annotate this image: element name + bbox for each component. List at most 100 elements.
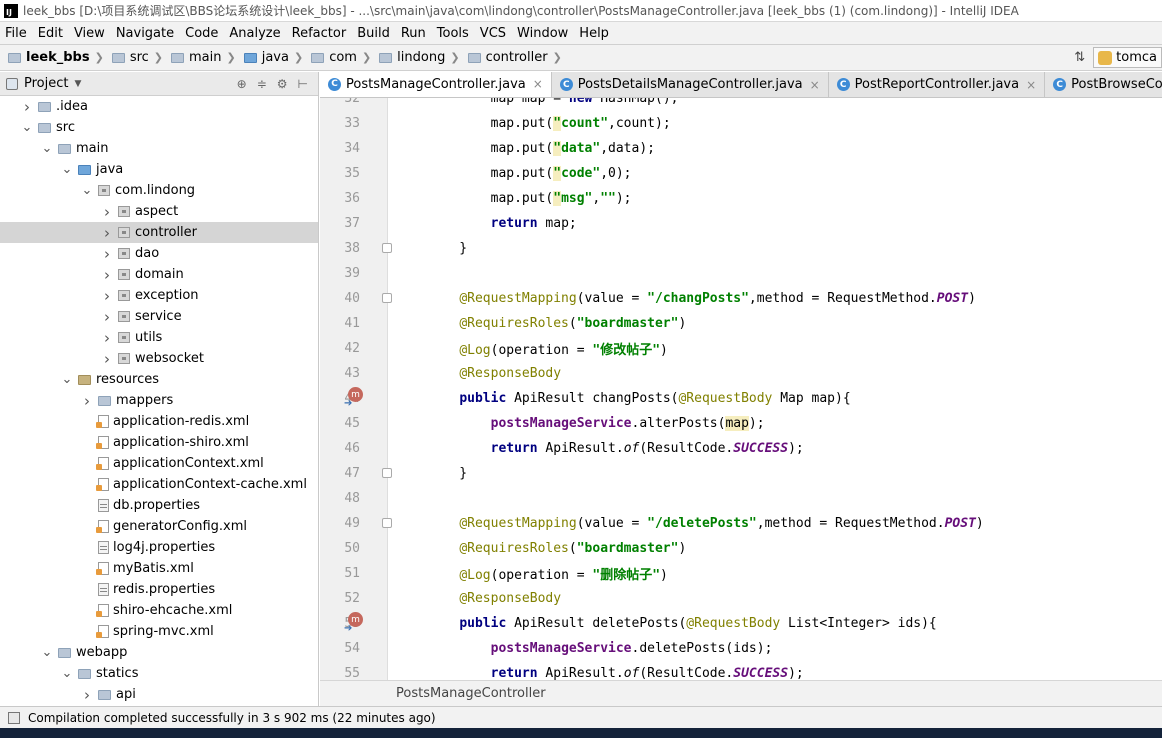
tab-postsdetailsmanagecontroller[interactable]: C PostsDetailsManageController.java × — [551, 72, 829, 97]
menu-navigate[interactable]: Navigate — [111, 26, 180, 41]
menu-file[interactable]: File — [0, 26, 33, 41]
close-icon[interactable]: × — [1026, 78, 1036, 92]
breadcrumb-item-src[interactable]: src ❯ — [104, 50, 163, 65]
run-configuration-select[interactable]: tomca — [1093, 47, 1162, 68]
code-text[interactable]: return ApiResult.of(ResultCode.SUCCESS); — [428, 441, 804, 456]
breadcrumb-item-main[interactable]: main ❯ — [163, 50, 236, 65]
code-text[interactable]: @ResponseBody — [428, 591, 561, 606]
tab-postsmanagecontroller[interactable]: C PostsManageController.java × — [320, 72, 552, 97]
menu-analyze[interactable]: Analyze — [224, 26, 286, 41]
breadcrumb-item-com[interactable]: com ❯ — [303, 50, 371, 65]
tree-item-utils[interactable]: › utils — [0, 327, 318, 348]
tree-item-webapp[interactable]: ⌄ webapp — [0, 642, 318, 663]
chevron-down-icon[interactable]: ⌄ — [80, 184, 94, 197]
breadcrumb-item-controller[interactable]: controller ❯ — [460, 50, 562, 65]
code-text[interactable]: postsManageService.deletePosts(ids); — [428, 641, 773, 656]
tree-item-src[interactable]: ⌄ src — [0, 117, 318, 138]
locate-icon[interactable]: ⊕ — [237, 77, 247, 91]
tab-postbrowsecommentcontro[interactable]: C PostBrowseCommentContro — [1045, 72, 1162, 97]
tree-item-websocket[interactable]: › websocket — [0, 348, 318, 369]
editor-breadcrumb-class[interactable]: PostsManageController — [396, 686, 546, 701]
close-icon[interactable]: × — [810, 78, 820, 92]
build-arrow-icon[interactable]: ⇅ — [1074, 50, 1085, 65]
tree-item-applicationcontext-cache-xml[interactable]: ›applicationContext-cache.xml — [0, 474, 318, 495]
menu-tools[interactable]: Tools — [432, 26, 475, 41]
code-text[interactable]: } — [428, 466, 467, 481]
code-text[interactable]: return ApiResult.of(ResultCode.SUCCESS); — [428, 666, 804, 680]
close-icon[interactable]: × — [533, 77, 543, 91]
tree-item-application-redis-xml[interactable]: ›application-redis.xml — [0, 411, 318, 432]
event-log-icon[interactable] — [8, 711, 20, 724]
code-text[interactable]: map map = new HashMap(); — [428, 98, 679, 106]
code-text[interactable]: map.put("code",0); — [428, 166, 632, 181]
chevron-right-icon[interactable]: › — [80, 686, 94, 704]
tree-item-spring-mvc-xml[interactable]: ›spring-mvc.xml — [0, 621, 318, 642]
tree-item-log4j-properties[interactable]: ›log4j.properties — [0, 537, 318, 558]
code-text[interactable]: map.put("count",count); — [428, 116, 671, 131]
tab-postreportcontroller[interactable]: C PostReportController.java × — [828, 72, 1046, 97]
chevron-right-icon[interactable]: › — [100, 350, 114, 368]
implements-arrow-icon[interactable]: ➔ — [344, 623, 352, 634]
code-text[interactable]: @RequiresRoles("boardmaster") — [428, 316, 686, 331]
chevron-right-icon[interactable]: › — [100, 224, 114, 242]
chevron-right-icon[interactable]: › — [20, 98, 34, 116]
code-text[interactable]: map.put("data",data); — [428, 141, 655, 156]
code-text[interactable]: @RequestMapping(value = "/deletePosts",m… — [428, 516, 983, 531]
menu-help[interactable]: Help — [574, 26, 615, 41]
breadcrumb-item-lindong[interactable]: lindong ❯ — [371, 50, 460, 65]
tree-item-resources[interactable]: ⌄ resources — [0, 369, 318, 390]
tree-item-mappers[interactable]: › mappers — [0, 390, 318, 411]
tree-item-shiro-ehcache-xml[interactable]: ›shiro-ehcache.xml — [0, 600, 318, 621]
hide-panel-icon[interactable]: ⊢ — [298, 77, 308, 91]
tree-item-domain[interactable]: › domain — [0, 264, 318, 285]
code-text[interactable]: public ApiResult changPosts(@RequestBody… — [428, 391, 850, 406]
fold-marker-icon[interactable] — [382, 243, 392, 253]
gear-icon[interactable]: ⚙ — [277, 77, 288, 91]
breadcrumb-item-java[interactable]: java ❯ — [236, 50, 303, 65]
tree-item-dao[interactable]: › dao — [0, 243, 318, 264]
tree-item-java[interactable]: ⌄ java — [0, 159, 318, 180]
code-text[interactable]: postsManageService.alterPosts(map); — [428, 416, 765, 431]
chevron-right-icon[interactable]: › — [80, 392, 94, 410]
tree-item-generatorconfig-xml[interactable]: ›generatorConfig.xml — [0, 516, 318, 537]
chevron-right-icon[interactable]: › — [100, 308, 114, 326]
tree-item--idea[interactable]: › .idea — [0, 96, 318, 117]
tree-item-controller[interactable]: › controller — [0, 222, 318, 243]
implements-arrow-icon[interactable]: ➔ — [344, 398, 352, 409]
fold-marker-icon[interactable] — [382, 293, 392, 303]
code-text[interactable]: map.put("msg",""); — [428, 191, 632, 206]
chevron-down-icon[interactable]: ⌄ — [40, 646, 54, 659]
tree-item-exception[interactable]: › exception — [0, 285, 318, 306]
code-text[interactable]: @Log(operation = "修改帖子") — [428, 339, 668, 358]
tree-item-aspect[interactable]: › aspect — [0, 201, 318, 222]
code-text[interactable]: @Log(operation = "删除帖子") — [428, 564, 668, 583]
tree-item-redis-properties[interactable]: ›redis.properties — [0, 579, 318, 600]
chevron-down-icon[interactable]: ⌄ — [60, 373, 74, 386]
menu-vcs[interactable]: VCS — [475, 26, 512, 41]
code-text[interactable]: public ApiResult deletePosts(@RequestBod… — [428, 616, 936, 631]
chevron-right-icon[interactable]: › — [100, 203, 114, 221]
menu-code[interactable]: Code — [180, 26, 224, 41]
fold-marker-icon[interactable] — [382, 518, 392, 528]
chevron-down-icon[interactable]: ⌄ — [40, 142, 54, 155]
menu-window[interactable]: Window — [512, 26, 574, 41]
chevron-right-icon[interactable]: › — [100, 266, 114, 284]
fold-marker-icon[interactable] — [382, 468, 392, 478]
breadcrumb-item-leek-bbs[interactable]: leek_bbs ❯ — [0, 50, 104, 65]
code-text[interactable]: @RequiresRoles("boardmaster") — [428, 541, 686, 556]
chevron-right-icon[interactable]: › — [100, 245, 114, 263]
chevron-right-icon[interactable]: › — [100, 287, 114, 305]
chevron-down-icon[interactable]: ⌄ — [60, 667, 74, 680]
code-text[interactable]: @ResponseBody — [428, 366, 561, 381]
tree-item-db-properties[interactable]: ›db.properties — [0, 495, 318, 516]
tree-item-main[interactable]: ⌄ main — [0, 138, 318, 159]
code-area[interactable]: 32 map map = new HashMap(); 33 map.put("c… — [320, 98, 1162, 680]
tree-item-applicationcontext-xml[interactable]: ›applicationContext.xml — [0, 453, 318, 474]
tree-item-statics[interactable]: ⌄ statics — [0, 663, 318, 684]
chevron-down-icon[interactable]: ▼ — [74, 79, 81, 89]
code-text[interactable]: } — [428, 241, 467, 256]
tree-item-api[interactable]: › api — [0, 684, 318, 705]
chevron-down-icon[interactable]: ⌄ — [60, 163, 74, 176]
tree-item-mybatis-xml[interactable]: ›myBatis.xml — [0, 558, 318, 579]
code-text[interactable]: @RequestMapping(value = "/changPosts",me… — [428, 291, 976, 306]
